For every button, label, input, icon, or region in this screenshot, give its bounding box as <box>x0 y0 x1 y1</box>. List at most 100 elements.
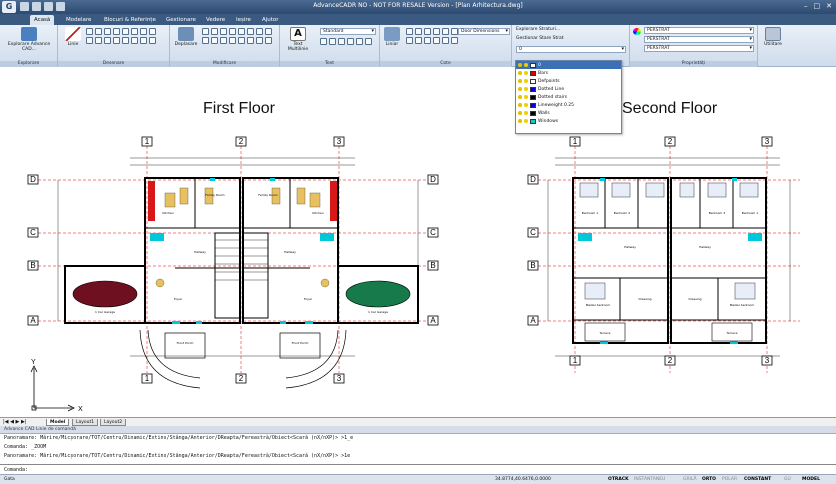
layer-on-icon[interactable] <box>518 63 522 67</box>
boundary-icon[interactable] <box>140 37 147 44</box>
trim-icon[interactable] <box>238 28 245 35</box>
aligned-dim-icon[interactable] <box>406 28 413 35</box>
polyline-icon[interactable] <box>122 28 129 35</box>
snap-toggle[interactable]: INSTANTANEU <box>634 475 665 484</box>
color-select[interactable]: PERSTRAT <box>644 27 754 34</box>
nav-arrows-icon[interactable]: |◀ ◀ ▶ ▶| <box>3 419 27 425</box>
stretch-icon[interactable] <box>211 37 218 44</box>
text-align-icon[interactable] <box>365 38 372 45</box>
mirror-icon[interactable] <box>220 28 227 35</box>
tab-gestionare[interactable]: Gestionare <box>162 15 200 25</box>
freeze-icon[interactable] <box>524 111 528 115</box>
otrack-toggle[interactable]: OTRACK <box>608 475 629 484</box>
erase-icon[interactable] <box>256 37 263 44</box>
model-toggle[interactable]: MODEL <box>802 475 820 484</box>
tab-vedere[interactable]: Vedere <box>202 15 229 25</box>
text-find-icon[interactable] <box>347 38 354 45</box>
offset-icon[interactable] <box>229 28 236 35</box>
layer-on-icon[interactable] <box>518 95 522 99</box>
ray-icon[interactable] <box>95 37 102 44</box>
array-icon[interactable] <box>220 37 227 44</box>
line-button[interactable]: Linie <box>62 27 84 47</box>
tab-ajutor[interactable]: Ajutor <box>258 15 283 25</box>
layer-option[interactable]: Windows <box>516 117 621 125</box>
tolerance-icon[interactable] <box>415 37 422 44</box>
utilities-button[interactable]: Utilitare <box>760 27 786 47</box>
continue-dim-icon[interactable] <box>451 28 458 35</box>
tab-iesire[interactable]: Ieșire <box>232 15 255 25</box>
gu-toggle[interactable]: GU <box>784 475 791 484</box>
layer-option[interactable]: Lineweight 0.25 <box>516 101 621 109</box>
wipeout-icon[interactable] <box>131 37 138 44</box>
baseline-dim-icon[interactable] <box>442 28 449 35</box>
lineweight-select[interactable]: PERSTRAT <box>644 45 754 52</box>
join-icon[interactable] <box>247 37 254 44</box>
radius-dim-icon[interactable] <box>424 28 431 35</box>
constant-toggle[interactable]: CONSTANT <box>744 475 771 484</box>
freeze-icon[interactable] <box>524 79 528 83</box>
donut-icon[interactable] <box>113 37 120 44</box>
hatch-icon[interactable] <box>149 28 156 35</box>
table-icon[interactable] <box>149 37 156 44</box>
center-mark-icon[interactable] <box>424 37 431 44</box>
explode-icon[interactable] <box>229 37 236 44</box>
freeze-icon[interactable] <box>524 95 528 99</box>
text-style-select[interactable]: Standard <box>320 28 376 35</box>
layer-option[interactable]: Defpoints <box>516 77 621 85</box>
layer-explorer-button[interactable]: Explorare Straturi... <box>516 27 560 32</box>
layer-on-icon[interactable] <box>518 119 522 123</box>
layer-option[interactable]: Walls <box>516 109 621 117</box>
leader-icon[interactable] <box>406 37 413 44</box>
extend-icon[interactable] <box>247 28 254 35</box>
layer-option[interactable]: Dotted Line <box>516 85 621 93</box>
spline-icon[interactable] <box>140 28 147 35</box>
text-justify-icon[interactable] <box>338 38 345 45</box>
polar-toggle[interactable]: POLAR <box>722 475 737 484</box>
dim-update-icon[interactable] <box>451 37 458 44</box>
minimize-button[interactable]: – <box>804 2 808 10</box>
ordinate-dim-icon[interactable] <box>433 37 440 44</box>
ellipse-icon[interactable] <box>131 28 138 35</box>
text-scale-icon[interactable] <box>329 38 336 45</box>
circle-icon[interactable] <box>86 28 93 35</box>
freeze-icon[interactable] <box>524 103 528 107</box>
fillet-icon[interactable] <box>256 28 263 35</box>
move-button[interactable]: Deplasare <box>174 27 198 47</box>
explorer-button[interactable]: Explorare Advance CAD... <box>6 27 52 52</box>
lengthen-icon[interactable] <box>265 37 272 44</box>
tab-layout2[interactable]: Layout2 <box>100 419 127 426</box>
arc-icon[interactable] <box>95 28 102 35</box>
revcloud-icon[interactable] <box>122 37 129 44</box>
region-icon[interactable] <box>104 37 111 44</box>
scale-icon[interactable] <box>202 37 209 44</box>
maximize-button[interactable]: □ <box>814 2 821 10</box>
freeze-icon[interactable] <box>524 63 528 67</box>
copy-icon[interactable] <box>202 28 209 35</box>
command-input[interactable]: Comanda: <box>0 464 836 474</box>
layer-on-icon[interactable] <box>518 71 522 75</box>
dim-edit-icon[interactable] <box>442 37 449 44</box>
layer-on-icon[interactable] <box>518 111 522 115</box>
tab-layout1[interactable]: Layout1 <box>72 419 99 426</box>
layer-select[interactable]: 0 <box>516 46 626 53</box>
rotate-icon[interactable] <box>211 28 218 35</box>
dimension-style-select[interactable]: Door Dimensions <box>458 28 510 35</box>
chamfer-icon[interactable] <box>265 28 272 35</box>
diameter-dim-icon[interactable] <box>433 28 440 35</box>
color-wheel-icon[interactable] <box>633 28 641 35</box>
tab-model[interactable]: Model <box>46 419 70 426</box>
tab-modelare[interactable]: Modelare <box>62 15 95 25</box>
tab-blocuri[interactable]: Blocuri & Referințe <box>100 15 160 25</box>
layer-on-icon[interactable] <box>518 103 522 107</box>
linear-dimension-button[interactable]: Liniar <box>382 27 402 47</box>
freeze-icon[interactable] <box>524 71 528 75</box>
tab-acasa[interactable]: Acasă <box>30 15 55 25</box>
drawing-canvas[interactable]: First Floor Second Floor 1 2 3 1 2 3 D C… <box>0 68 836 417</box>
polygon-icon[interactable] <box>113 28 120 35</box>
linetype-select[interactable]: PERSTRAT <box>644 36 754 43</box>
layer-on-icon[interactable] <box>518 79 522 83</box>
layer-option[interactable]: Dotted stairs <box>516 93 621 101</box>
freeze-icon[interactable] <box>524 87 528 91</box>
break-icon[interactable] <box>238 37 245 44</box>
multiline-text-button[interactable]: A Text Multilinie <box>284 27 312 52</box>
